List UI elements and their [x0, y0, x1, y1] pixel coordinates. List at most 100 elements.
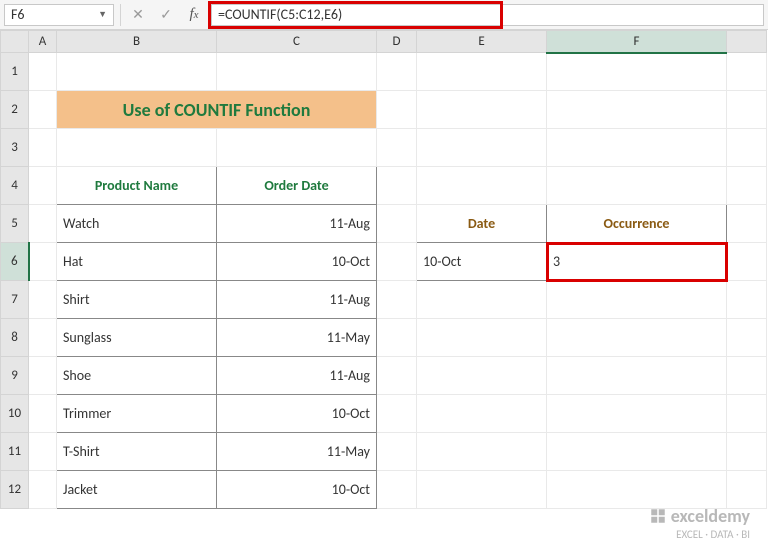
- cell-E4[interactable]: [417, 167, 547, 205]
- row-header-7[interactable]: 7: [1, 281, 29, 319]
- row-header-1[interactable]: 1: [1, 53, 29, 91]
- cell-B9[interactable]: Shoe: [57, 357, 217, 395]
- col-header-A[interactable]: A: [29, 31, 57, 53]
- cell-G12[interactable]: [727, 471, 767, 509]
- column-headers[interactable]: A B C D E F: [1, 31, 767, 53]
- row-header-11[interactable]: 11: [1, 433, 29, 471]
- cell-C5[interactable]: 11-Aug: [217, 205, 377, 243]
- cell-G10[interactable]: [727, 395, 767, 433]
- cell-B11[interactable]: T-Shirt: [57, 433, 217, 471]
- cell-A9[interactable]: [29, 357, 57, 395]
- spreadsheet-grid[interactable]: A B C D E F 1 2 Use of COUNTIF Function …: [0, 30, 768, 509]
- cell-E7[interactable]: [417, 281, 547, 319]
- cell-G4[interactable]: [727, 167, 767, 205]
- cancel-icon[interactable]: ✕: [127, 4, 149, 26]
- cell-A3[interactable]: [29, 129, 57, 167]
- cell-D2[interactable]: [377, 91, 417, 129]
- cell-G8[interactable]: [727, 319, 767, 357]
- cell-G6[interactable]: [727, 243, 767, 281]
- cell-F11[interactable]: [547, 433, 727, 471]
- row-header-3[interactable]: 3: [1, 129, 29, 167]
- cell-A1[interactable]: [29, 53, 57, 91]
- cell-F6[interactable]: 3: [547, 243, 727, 281]
- cell-D1[interactable]: [377, 53, 417, 91]
- cell-D4[interactable]: [377, 167, 417, 205]
- col-header-E[interactable]: E: [417, 31, 547, 53]
- row-header-12[interactable]: 12: [1, 471, 29, 509]
- cell-E12[interactable]: [417, 471, 547, 509]
- cell-B3[interactable]: [57, 129, 217, 167]
- cell-C9[interactable]: 11-Aug: [217, 357, 377, 395]
- row-header-5[interactable]: 5: [1, 205, 29, 243]
- cell-E9[interactable]: [417, 357, 547, 395]
- cell-A7[interactable]: [29, 281, 57, 319]
- cell-G1[interactable]: [727, 53, 767, 91]
- chevron-down-icon[interactable]: ▼: [98, 9, 107, 20]
- row-header-9[interactable]: 9: [1, 357, 29, 395]
- cell-F9[interactable]: [547, 357, 727, 395]
- cell-E10[interactable]: [417, 395, 547, 433]
- row-header-4[interactable]: 4: [1, 167, 29, 205]
- cell-D6[interactable]: [377, 243, 417, 281]
- cell-G3[interactable]: [727, 129, 767, 167]
- cell-B12[interactable]: Jacket: [57, 471, 217, 509]
- cell-A8[interactable]: [29, 319, 57, 357]
- cell-B6[interactable]: Hat: [57, 243, 217, 281]
- col-header-B[interactable]: B: [57, 31, 217, 53]
- cell-D11[interactable]: [377, 433, 417, 471]
- cell-G2[interactable]: [727, 91, 767, 129]
- cell-C10[interactable]: 10-Oct: [217, 395, 377, 433]
- cell-D3[interactable]: [377, 129, 417, 167]
- cell-C8[interactable]: 11-May: [217, 319, 377, 357]
- title-cell[interactable]: Use of COUNTIF Function: [57, 91, 377, 129]
- col-header-F[interactable]: F: [547, 31, 727, 53]
- row-header-2[interactable]: 2: [1, 91, 29, 129]
- cell-F8[interactable]: [547, 319, 727, 357]
- cell-D5[interactable]: [377, 205, 417, 243]
- header-product-name[interactable]: Product Name: [57, 167, 217, 205]
- name-box[interactable]: F6 ▼: [4, 4, 114, 26]
- col-header-blank[interactable]: [727, 31, 767, 53]
- cell-G7[interactable]: [727, 281, 767, 319]
- cell-B5[interactable]: Watch: [57, 205, 217, 243]
- cell-E3[interactable]: [417, 129, 547, 167]
- cell-B1[interactable]: [57, 53, 217, 91]
- cell-E2[interactable]: [417, 91, 547, 129]
- cell-F3[interactable]: [547, 129, 727, 167]
- header-date[interactable]: Date: [417, 205, 547, 243]
- cell-C1[interactable]: [217, 53, 377, 91]
- cell-E11[interactable]: [417, 433, 547, 471]
- col-header-D[interactable]: D: [377, 31, 417, 53]
- cell-B8[interactable]: Sunglass: [57, 319, 217, 357]
- cell-G9[interactable]: [727, 357, 767, 395]
- cell-E1[interactable]: [417, 53, 547, 91]
- cell-A11[interactable]: [29, 433, 57, 471]
- cell-A6[interactable]: [29, 243, 57, 281]
- cell-E8[interactable]: [417, 319, 547, 357]
- header-order-date[interactable]: Order Date: [217, 167, 377, 205]
- cell-F12[interactable]: [547, 471, 727, 509]
- cell-E6[interactable]: 10-Oct: [417, 243, 547, 281]
- cell-F2[interactable]: [547, 91, 727, 129]
- cell-C6[interactable]: 10-Oct: [217, 243, 377, 281]
- confirm-icon[interactable]: ✓: [155, 4, 177, 26]
- cell-F1[interactable]: [547, 53, 727, 91]
- row-header-6[interactable]: 6: [1, 243, 29, 281]
- cell-A12[interactable]: [29, 471, 57, 509]
- cell-B10[interactable]: Trimmer: [57, 395, 217, 433]
- formula-input[interactable]: =COUNTIF(C5:C12,E6): [211, 4, 764, 26]
- row-header-10[interactable]: 10: [1, 395, 29, 433]
- cell-A10[interactable]: [29, 395, 57, 433]
- row-header-8[interactable]: 8: [1, 319, 29, 357]
- cell-D9[interactable]: [377, 357, 417, 395]
- cell-D10[interactable]: [377, 395, 417, 433]
- cell-F4[interactable]: [547, 167, 727, 205]
- select-all-corner[interactable]: [1, 31, 29, 53]
- cell-A4[interactable]: [29, 167, 57, 205]
- cell-D7[interactable]: [377, 281, 417, 319]
- cell-G5[interactable]: [727, 205, 767, 243]
- cell-C7[interactable]: 11-Aug: [217, 281, 377, 319]
- fx-icon[interactable]: fx: [183, 4, 205, 26]
- cell-A2[interactable]: [29, 91, 57, 129]
- header-occurrence[interactable]: Occurrence: [547, 205, 727, 243]
